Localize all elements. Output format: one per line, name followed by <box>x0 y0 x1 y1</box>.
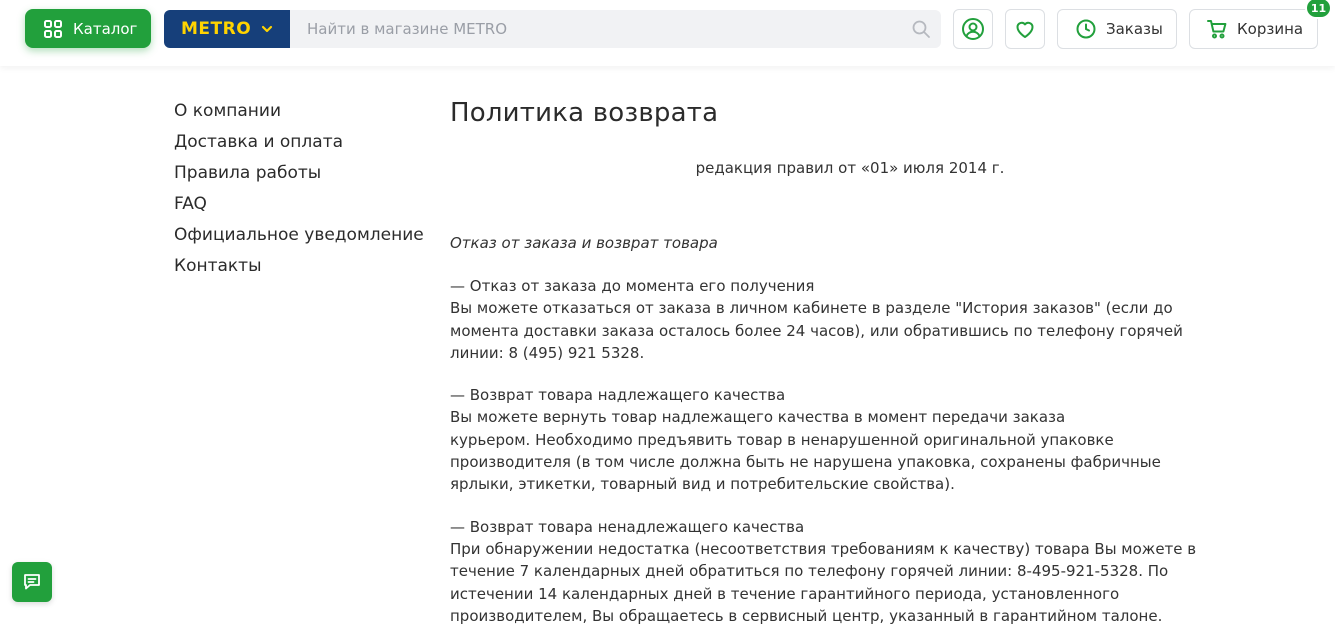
paragraph-line: ярлыки, этикетки, товарный вид и потреби… <box>450 475 955 494</box>
sidebar-item-contacts[interactable]: Контакты <box>174 253 424 284</box>
store-selector[interactable]: METRO <box>164 10 290 48</box>
search-input[interactable] <box>290 10 880 48</box>
heart-icon <box>1013 17 1037 41</box>
sidebar-item-official-notice[interactable]: Официальное уведомление <box>174 222 424 253</box>
paragraph-line: При обнаружении недостатка (несоответств… <box>450 539 1197 558</box>
paragraph-line: курьером. Необходимо предъявить товар в … <box>450 430 1114 449</box>
sidebar-item-delivery[interactable]: Доставка и оплата <box>174 129 424 160</box>
chevron-down-icon <box>260 22 274 36</box>
top-header: Каталог METRO Найти в магазине METRO Зак… <box>0 0 1335 66</box>
cart-count-badge: 11 <box>1305 0 1332 19</box>
paragraph-line: момента доставки заказа осталось более 2… <box>450 321 1183 340</box>
chat-icon <box>22 572 42 592</box>
paragraph-line: истечении 14 календарных дней в течение … <box>450 584 1120 603</box>
paragraph-line: линии: 8 (495) 921 5328. <box>450 343 645 362</box>
cart-label: Корзина <box>1237 20 1304 38</box>
cart-button[interactable]: Корзина <box>1189 9 1318 49</box>
metro-logo: METRO <box>181 19 252 39</box>
paragraph-heading: — Отказ от заказа до момента его получен… <box>450 277 815 295</box>
chat-button[interactable] <box>12 562 52 602</box>
orders-button[interactable]: Заказы <box>1057 9 1177 49</box>
catalog-label: Каталог <box>73 19 138 38</box>
paragraph-line: производителя (в том числе должна быть н… <box>450 453 1161 472</box>
orders-label: Заказы <box>1106 20 1163 38</box>
sidebar-item-rules[interactable]: Правила работы <box>174 160 424 191</box>
section-title: Отказ от заказа и возврат товара <box>450 234 718 252</box>
search-bar <box>290 10 941 48</box>
info-sidebar: О компании Доставка и оплата Правила раб… <box>174 98 424 284</box>
search-icon[interactable] <box>911 19 931 39</box>
paragraph-return-good-quality: — Возврат товара надлежащего качества Вы… <box>450 384 1180 495</box>
paragraph-line: производителем, Вы обращаетесь в сервисн… <box>450 606 1163 625</box>
paragraph-line: Вы можете отказаться от заказа в личном … <box>450 299 1173 318</box>
paragraph-heading: — Возврат товара надлежащего качества <box>450 386 786 405</box>
cart-icon <box>1206 18 1228 40</box>
paragraph-cancel-order: — Отказ от заказа до момента его получен… <box>450 275 1183 364</box>
edition-note: редакция правил от «01» июля 2014 г. <box>695 159 1005 177</box>
grid-icon <box>43 19 63 39</box>
page-title: Политика возврата <box>450 98 719 128</box>
policy-content: Политика возврата редакция правил от «01… <box>450 95 1197 627</box>
paragraph-return-defective: — Возврат товара ненадлежащего качества … <box>450 516 1197 627</box>
paragraph-line: Вы можете вернуть товар надлежащего каче… <box>450 408 1066 427</box>
clock-icon <box>1075 18 1097 40</box>
catalog-button[interactable]: Каталог <box>25 9 151 48</box>
sidebar-item-about[interactable]: О компании <box>174 98 424 129</box>
paragraph-line: течение 7 календарных дней обратиться по… <box>450 562 1169 581</box>
favorites-button[interactable] <box>1005 9 1045 49</box>
paragraph-heading: — Возврат товара ненадлежащего качества <box>450 517 805 536</box>
profile-button[interactable] <box>953 9 993 49</box>
user-icon <box>961 17 985 41</box>
sidebar-item-faq[interactable]: FAQ <box>174 191 424 222</box>
